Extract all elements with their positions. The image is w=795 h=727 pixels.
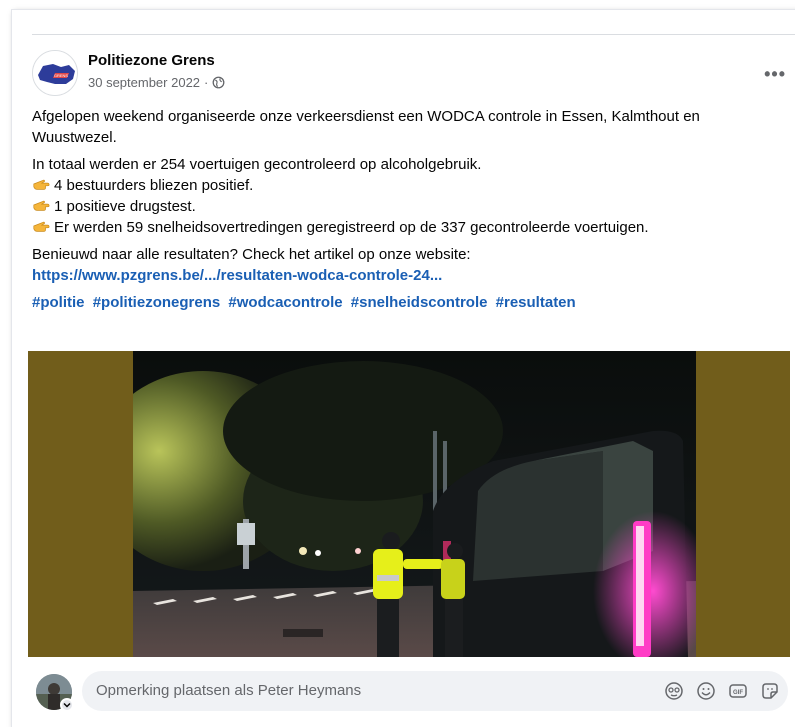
comment-tools: GIF	[664, 681, 780, 701]
gif-icon[interactable]: GIF	[728, 681, 748, 701]
bullet-text: Er werden 59 snelheidsovertredingen gere…	[54, 219, 649, 236]
post-header: GRENS Politiezone Grens 30 september 202…	[30, 50, 786, 96]
logo-text: GRENS	[54, 73, 69, 78]
paragraph-link: Benieuwd naar alle resultaten? Check het…	[32, 244, 784, 286]
hashtag[interactable]: #snelheidscontrole	[351, 294, 488, 311]
paragraph-intro: Afgelopen weekend organiseerde onze verk…	[32, 108, 700, 146]
facebook-post: GRENS Politiezone Grens 30 september 202…	[12, 10, 795, 727]
emoji-icon[interactable]	[696, 681, 716, 701]
paragraph-stats: In totaal werden er 254 voertuigen gecon…	[32, 154, 784, 238]
bullet-item: 4 bestuurders bliezen positief.	[32, 175, 784, 196]
bullet-text: 4 bestuurders bliezen positief.	[54, 177, 254, 194]
police-checkpoint-photo	[133, 351, 696, 657]
link-intro: Benieuwd naar alle resultaten? Check het…	[32, 246, 471, 263]
post-photo[interactable]	[28, 351, 790, 657]
hashtag[interactable]: #wodcacontrole	[228, 294, 342, 311]
sticker-face-icon[interactable]	[664, 681, 684, 701]
hashtag[interactable]: #politiezonegrens	[93, 294, 221, 311]
pointing-hand-icon	[33, 200, 50, 211]
sticker-icon[interactable]	[760, 681, 780, 701]
post-meta: 30 september 2022 ·	[88, 75, 225, 90]
bullet-item: 1 positieve drugstest.	[32, 196, 784, 217]
bullet-item: Er werden 59 snelheidsovertredingen gere…	[32, 217, 784, 238]
comment-composer: Opmerking plaatsen als Peter Heymans GIF	[32, 670, 788, 714]
page-avatar[interactable]: GRENS	[32, 50, 78, 96]
police-zone-logo-icon: GRENS	[33, 51, 77, 95]
pointing-hand-icon	[33, 221, 50, 232]
pointing-hand-icon	[33, 179, 50, 190]
hashtags: #politie #politiezonegrens #wodcacontrol…	[32, 292, 784, 313]
comment-input[interactable]: Opmerking plaatsen als Peter Heymans GIF	[82, 671, 788, 711]
post-text: Afgelopen weekend organiseerde onze verk…	[32, 106, 784, 319]
hashtag[interactable]: #politie	[32, 294, 85, 311]
post-author[interactable]: Politiezone Grens	[88, 52, 215, 69]
comment-placeholder: Opmerking plaatsen als Peter Heymans	[96, 682, 362, 699]
divider	[32, 34, 795, 35]
stats-line: In totaal werden er 254 voertuigen gecon…	[32, 156, 482, 173]
hashtag[interactable]: #resultaten	[496, 294, 576, 311]
meta-separator: ·	[204, 75, 209, 90]
post-date[interactable]: 30 september 2022	[88, 75, 200, 90]
article-link[interactable]: https://www.pzgrens.be/.../resultaten-wo…	[32, 265, 784, 286]
bullet-text: 1 positieve drugstest.	[54, 198, 196, 215]
chevron-down-icon[interactable]	[60, 698, 74, 712]
globe-icon	[212, 76, 225, 89]
svg-text:GIF: GIF	[733, 690, 743, 696]
more-options-button[interactable]: •••	[764, 64, 786, 85]
